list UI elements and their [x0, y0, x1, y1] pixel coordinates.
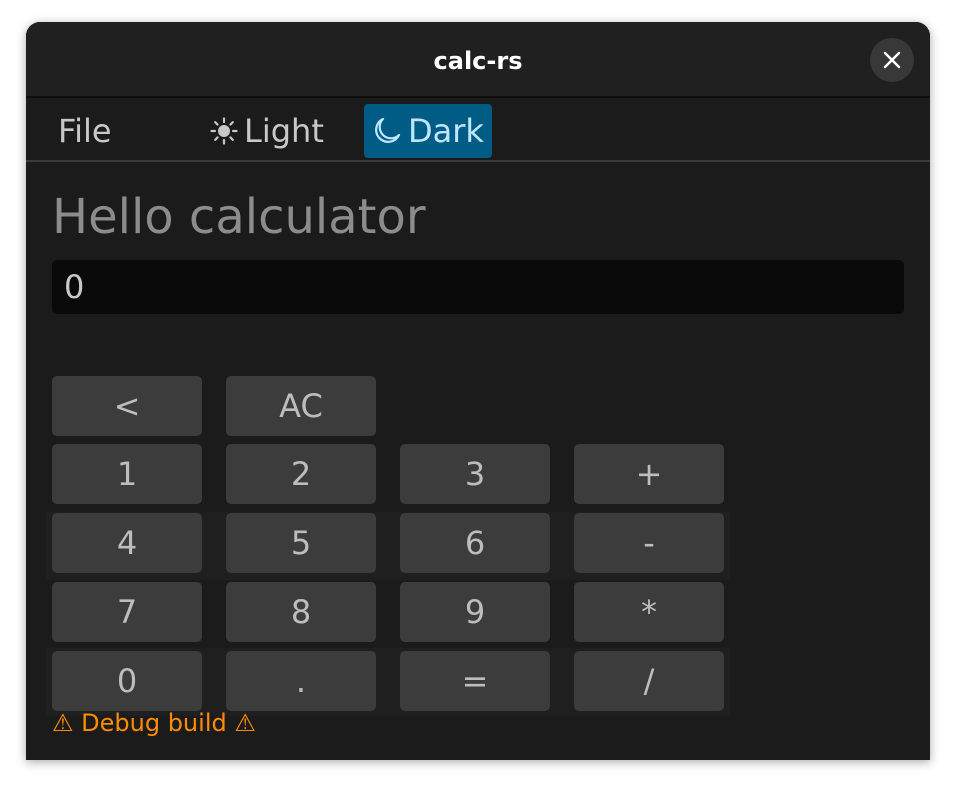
digit-6-button[interactable]: 6: [400, 513, 550, 573]
multiply-button[interactable]: *: [574, 582, 724, 642]
heading: Hello calculator: [52, 189, 426, 245]
plus-button[interactable]: +: [574, 444, 724, 504]
digit-9-button[interactable]: 9: [400, 582, 550, 642]
moon-icon: [372, 104, 402, 158]
sun-icon: [210, 104, 238, 158]
menu-file[interactable]: File: [58, 104, 112, 158]
display-field[interactable]: 0: [52, 260, 904, 314]
digit-8-button[interactable]: 8: [226, 582, 376, 642]
digit-5-button[interactable]: 5: [226, 513, 376, 573]
theme-light-option[interactable]: Light: [206, 104, 328, 158]
equals-button[interactable]: =: [400, 651, 550, 711]
backspace-button[interactable]: <: [52, 376, 202, 436]
menu-bar: File Light Dark: [26, 98, 930, 162]
digit-4-button[interactable]: 4: [52, 513, 202, 573]
theme-dark-label: Dark: [408, 112, 484, 150]
debug-build-label: ⚠ Debug build ⚠: [52, 709, 256, 737]
digit-0-button[interactable]: 0: [52, 651, 202, 711]
clear-button[interactable]: AC: [226, 376, 376, 436]
window-title: calc-rs: [433, 47, 523, 75]
divide-button[interactable]: /: [574, 651, 724, 711]
theme-light-label: Light: [244, 112, 324, 150]
theme-dark-option[interactable]: Dark: [364, 104, 492, 158]
app-window: calc-rs File Light Dark Hello calculator…: [26, 22, 930, 760]
close-button[interactable]: [870, 38, 914, 82]
digit-1-button[interactable]: 1: [52, 444, 202, 504]
close-icon: [883, 51, 901, 69]
minus-button[interactable]: -: [574, 513, 724, 573]
digit-3-button[interactable]: 3: [400, 444, 550, 504]
title-bar: calc-rs: [26, 22, 930, 98]
digit-2-button[interactable]: 2: [226, 444, 376, 504]
decimal-button[interactable]: .: [226, 651, 376, 711]
digit-7-button[interactable]: 7: [52, 582, 202, 642]
